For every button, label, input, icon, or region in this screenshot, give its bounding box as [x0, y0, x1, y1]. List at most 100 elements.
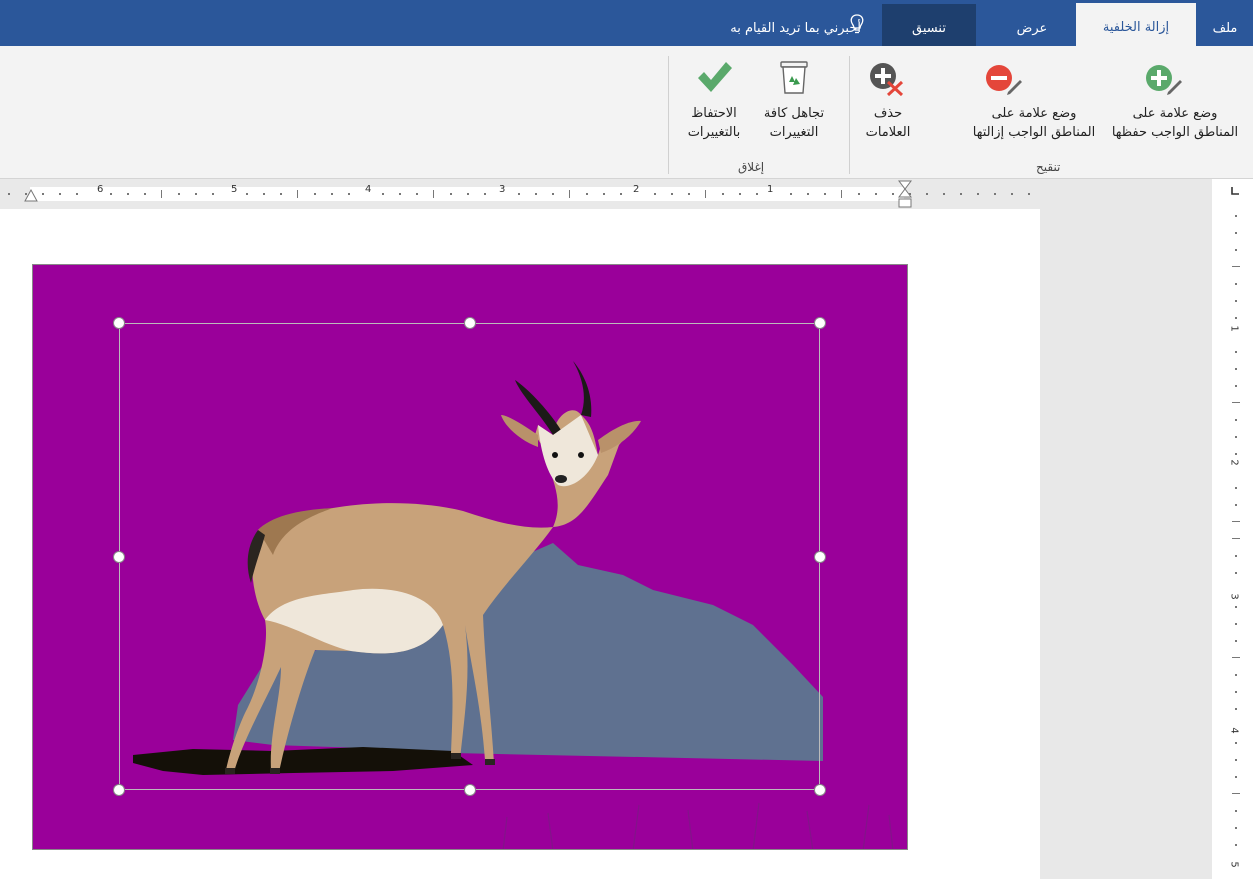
vertical-ruler-tick	[1232, 793, 1240, 794]
mark-remove-line2: المناطق الواجب إزالتها	[972, 125, 1096, 140]
ruler-tick	[433, 190, 434, 198]
ruler-tick	[195, 193, 197, 195]
resize-handle-bottom-right[interactable]	[814, 784, 826, 796]
ruler-number: 4	[365, 184, 372, 195]
vertical-ruler-tick	[1235, 436, 1237, 438]
ruler-tick	[348, 193, 350, 195]
indent-marker-icon[interactable]	[898, 180, 912, 210]
ruler-tick	[467, 193, 469, 195]
vertical-ruler-tick	[1235, 487, 1237, 489]
discard-line2: التغييرات	[769, 125, 819, 140]
delete-mark-label: حذف العلامات	[852, 104, 924, 142]
vertical-ruler-number: 4	[1228, 727, 1240, 734]
ruler-tick	[858, 193, 860, 195]
vertical-ruler-number: 1	[1228, 325, 1240, 332]
ruler-tick	[739, 193, 741, 195]
recycle-bin-icon	[780, 61, 808, 94]
ruler-tick	[654, 193, 656, 195]
group-label-close: إغلاق	[738, 160, 765, 174]
ruler-tick	[977, 193, 979, 195]
vertical-ruler-number: 5	[1228, 861, 1240, 868]
vertical-ruler-tick	[1235, 691, 1237, 693]
tell-me-search[interactable]: أخبرني بما تريد القيام به	[730, 4, 861, 46]
delete-mark-button[interactable]: حذف العلامات	[852, 46, 924, 156]
delete-mark-line2: العلامات	[865, 125, 911, 140]
ruler-tick	[586, 193, 588, 195]
vertical-ruler-tick	[1235, 249, 1237, 251]
tab-selector-icon[interactable]	[1228, 184, 1242, 198]
vertical-ruler-tick	[1235, 300, 1237, 302]
picture-background-removal[interactable]	[32, 264, 908, 850]
ruler-number: 5	[231, 184, 238, 195]
tab-view[interactable]: عرض	[999, 4, 1065, 46]
ruler-tick	[178, 193, 180, 195]
group-separator	[668, 56, 669, 174]
page-margin-area	[1040, 179, 1212, 879]
mark-keep-line2: المناطق الواجب حفظها	[1111, 125, 1239, 140]
ruler-tick	[399, 193, 401, 195]
ruler-tick	[943, 193, 945, 195]
horizontal-ruler[interactable]: 1 2 3 4 5 6	[0, 179, 1040, 209]
vertical-ruler-tick	[1232, 521, 1240, 522]
vertical-ruler-tick	[1235, 810, 1237, 812]
minus-pencil-icon	[986, 65, 1022, 95]
ruler-tick	[263, 193, 265, 195]
ruler-number: 2	[633, 184, 640, 195]
resize-handle-middle-left[interactable]	[113, 551, 125, 563]
ruler-tick	[620, 193, 622, 195]
keep-changes-line2: بالتغييرات	[687, 125, 741, 140]
ruler-tick	[127, 193, 129, 195]
mark-keep-line1: وضع علامة على	[1132, 106, 1218, 121]
resize-handle-top-right[interactable]	[814, 317, 826, 329]
ruler-tick	[246, 193, 248, 195]
vertical-ruler-number: 3	[1228, 593, 1240, 600]
vertical-ruler-tick	[1232, 266, 1240, 267]
ruler-tick	[875, 193, 877, 195]
ruler-number: 3	[499, 184, 506, 195]
ruler-tick	[705, 190, 706, 198]
tab-remove-background[interactable]: إزالة الخلفية	[1076, 3, 1196, 48]
left-indent-marker-icon[interactable]	[24, 189, 38, 203]
ruler-tick	[518, 193, 520, 195]
discard-all-changes-button[interactable]: تجاهل كافة التغييرات	[752, 46, 836, 156]
ruler-tick	[994, 193, 996, 195]
vertical-ruler-tick	[1232, 657, 1240, 658]
ruler-tick	[161, 190, 162, 198]
mark-areas-to-remove-button[interactable]: وضع علامة على المناطق الواجب إزالتها	[968, 46, 1100, 156]
ruler-tick	[841, 190, 842, 198]
ruler-tick	[1028, 193, 1030, 195]
vertical-ruler-tick	[1232, 402, 1240, 403]
ruler-tick	[1011, 193, 1013, 195]
ruler-tick	[314, 193, 316, 195]
ruler-tick	[416, 193, 418, 195]
ruler-tick	[110, 193, 112, 195]
resize-handle-bottom-center[interactable]	[464, 784, 476, 796]
keep-changes-button[interactable]: الاحتفاظ بالتغييرات	[676, 46, 752, 156]
ruler-tick	[297, 190, 298, 198]
vertical-ruler-tick	[1235, 555, 1237, 557]
ruler-tick	[552, 193, 554, 195]
ruler-tick	[280, 193, 282, 195]
resize-handle-bottom-left[interactable]	[113, 784, 125, 796]
vertical-ruler-tick	[1235, 385, 1237, 387]
vertical-ruler-tick	[1235, 572, 1237, 574]
plus-pencil-icon	[1146, 65, 1182, 95]
resize-handle-top-center[interactable]	[464, 317, 476, 329]
tab-file[interactable]: ملف	[1207, 4, 1243, 46]
resize-handle-top-left[interactable]	[113, 317, 125, 329]
ruler-tick	[144, 193, 146, 195]
resize-handle-middle-right[interactable]	[814, 551, 826, 563]
vertical-ruler-tick	[1235, 368, 1237, 370]
mark-areas-to-keep-button[interactable]: وضع علامة على المناطق الواجب حفظها	[1100, 46, 1250, 156]
ruler-tick	[42, 193, 44, 195]
group-separator	[849, 56, 850, 174]
vertical-ruler-tick	[1235, 606, 1237, 608]
ruler-tick	[535, 193, 537, 195]
vertical-ruler-tick	[1235, 504, 1237, 506]
ruler-tick	[603, 193, 605, 195]
ruler-tick	[8, 193, 10, 195]
tab-format[interactable]: تنسيق	[882, 4, 976, 46]
vertical-ruler[interactable]: 1 2 3 4 5	[1228, 205, 1244, 879]
ruler-tick	[671, 193, 673, 195]
vertical-ruler-tick	[1235, 776, 1237, 778]
